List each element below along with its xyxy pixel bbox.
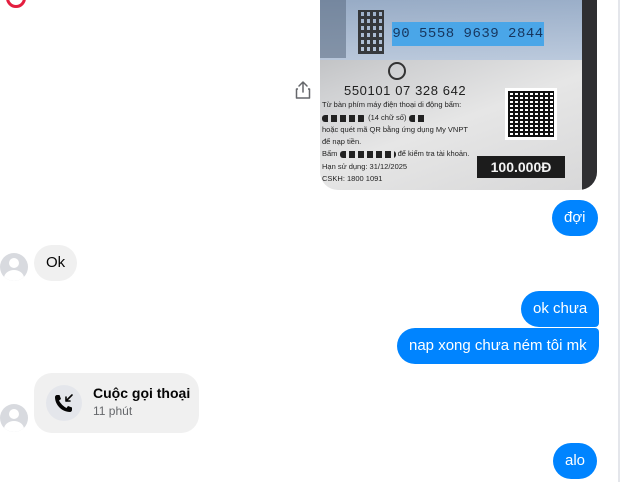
card-hotline: 1800 1091 <box>347 174 383 183</box>
call-title: Cuộc gọi thoại <box>93 385 191 401</box>
card-instruction-3: hoặc quét mã QR bằng ứng dụng My VNPT <box>322 125 468 134</box>
outgoing-message[interactable]: nap xong chưa ném tôi mk <box>397 328 599 364</box>
voice-call-message[interactable]: Cuộc gọi thoại 11 phút <box>34 373 199 433</box>
app-logo-fragment <box>6 0 26 8</box>
card-cskh-label: CSKH: <box>322 174 345 183</box>
card-instruction-5b: để kiểm tra tài khoản. <box>397 149 470 158</box>
qr-code <box>505 88 557 140</box>
outgoing-message[interactable]: alo <box>553 443 598 479</box>
outgoing-message[interactable]: ok chưa <box>521 291 600 327</box>
avatar-placeholder-icon[interactable] <box>0 404 28 432</box>
outgoing-message[interactable]: đợi <box>552 200 598 236</box>
phone-incoming-icon <box>46 385 82 421</box>
card-instruction-2: (14 chữ số) <box>368 113 407 122</box>
incoming-message[interactable]: Ok <box>34 245 78 281</box>
card-instruction-5a: Bấm <box>322 149 338 158</box>
card-code: 550101 07 328 642 <box>344 83 467 98</box>
card-serial-number: 90 5558 9639 2844 <box>392 22 544 46</box>
avatar-placeholder-icon[interactable] <box>0 253 28 281</box>
card-instruction-4: để nạp tiền. <box>322 137 362 146</box>
card-expiry: Hạn sử dụng: 31/12/2025 <box>322 162 408 171</box>
image-message-prepaid-card[interactable]: 90 5558 9639 2844 550101 07 328 642 Từ b… <box>320 0 597 190</box>
card-price: 100.000Đ <box>477 156 565 178</box>
share-icon[interactable] <box>294 80 312 100</box>
call-time: 11 phút <box>93 404 133 418</box>
qr-code-top <box>358 10 384 54</box>
card-instruction-1: Từ bàn phím máy điện thoại di động bấm: <box>322 100 462 109</box>
